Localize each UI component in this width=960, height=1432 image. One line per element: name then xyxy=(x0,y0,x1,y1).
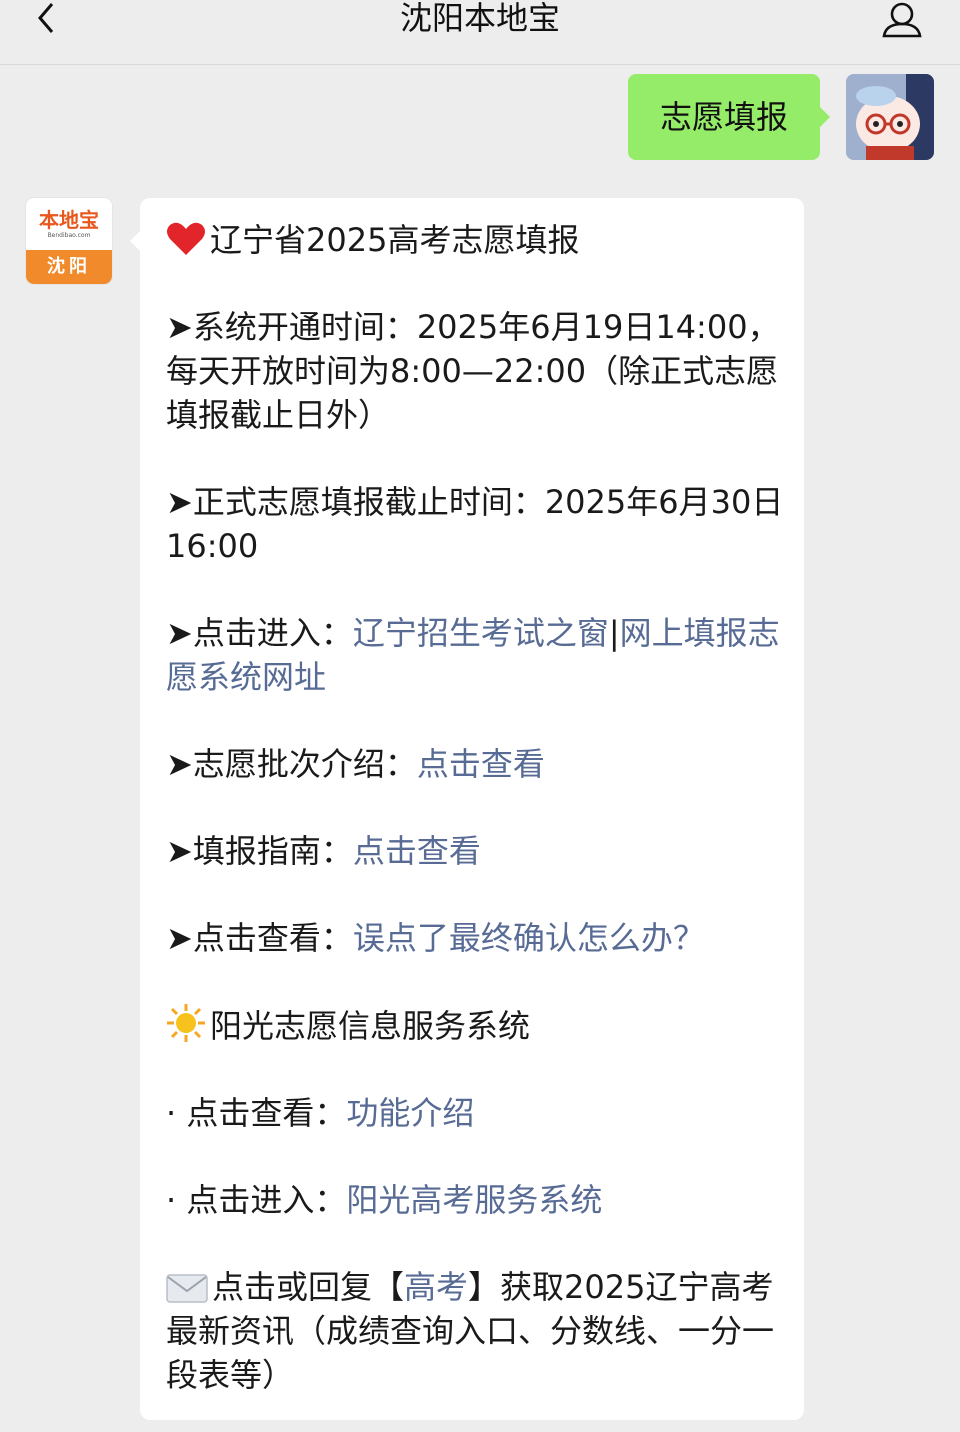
reply-message-bubble: 辽宁省2025高考志愿填报 ➤系统开通时间：2025年6月19日14:00，每天… xyxy=(130,198,804,1420)
confirm-label: ➤点击查看： xyxy=(166,919,353,957)
keyword-prefix: 点击或回复【 xyxy=(212,1268,405,1306)
feature-intro-paragraph: · 点击查看：功能介绍 xyxy=(166,1091,790,1135)
logo-text: 本地宝 xyxy=(39,208,99,232)
guide-link[interactable]: 点击查看 xyxy=(353,832,481,870)
reply-keyword-paragraph: 点击或回复【高考】获取2025辽宁高考最新资讯（成绩查询入口、分数线、一分一段表… xyxy=(166,1265,790,1397)
deadline-paragraph: ➤正式志愿填报截止时间：2025年6月30日16:00 xyxy=(166,483,784,565)
user-message-bubble[interactable]: 志愿填报 xyxy=(628,74,830,160)
sunshine-system-label: · 点击进入： xyxy=(166,1181,347,1219)
entry-label: ➤点击进入： xyxy=(166,614,353,652)
batch-intro-paragraph: ➤志愿批次介绍：点击查看 xyxy=(166,742,790,786)
gaokao-keyword-link[interactable]: 高考 xyxy=(404,1268,468,1306)
user-message-text: 志愿填报 xyxy=(659,98,788,136)
feature-intro-label: · 点击查看： xyxy=(166,1094,347,1132)
sunshine-system-link[interactable]: 阳光高考服务系统 xyxy=(346,1181,602,1219)
sunshine-heading-text: 阳光志愿信息服务系统 xyxy=(210,1007,531,1045)
entry-links-paragraph: ➤点击进入：辽宁招生考试之窗|网上填报志愿系统网址 xyxy=(166,611,790,699)
bubble-tail xyxy=(130,231,140,251)
sender-logo: 本地宝 Bendibao.com xyxy=(26,198,112,250)
reply-heading: 辽宁省2025高考志愿填报 xyxy=(166,218,790,262)
batch-intro-link[interactable]: 点击查看 xyxy=(417,745,545,783)
guide-label: ➤填报指南： xyxy=(166,832,353,870)
open-time-paragraph: ➤系统开通时间：2025年6月19日14:00，每天开放时间为8:00—22:0… xyxy=(166,308,780,434)
top-bar: 沈阳本地宝 xyxy=(0,0,960,65)
profile-icon xyxy=(882,2,922,38)
profile-button[interactable] xyxy=(880,0,924,40)
exam-window-link[interactable]: 辽宁招生考试之窗 xyxy=(353,614,609,652)
confirm-link[interactable]: 误点了最终确认怎么办？ xyxy=(353,919,705,957)
heading-text: 辽宁省2025高考志愿填报 xyxy=(210,221,580,259)
page-title: 沈阳本地宝 xyxy=(399,0,560,37)
feature-intro-link[interactable]: 功能介绍 xyxy=(346,1094,474,1132)
sunshine-heading: 阳光志愿信息服务系统 xyxy=(166,1003,790,1048)
batch-intro-label: ➤志愿批次介绍： xyxy=(166,745,417,783)
bubble-tail xyxy=(820,107,830,127)
plush-toy-avatar-image xyxy=(846,74,934,160)
sun-icon xyxy=(167,1004,205,1042)
link-separator: | xyxy=(608,614,620,652)
logo-city: 沈阳 xyxy=(26,250,112,284)
sunshine-system-paragraph: · 点击进入：阳光高考服务系统 xyxy=(166,1178,790,1222)
sender-avatar[interactable]: 本地宝 Bendibao.com 沈阳 xyxy=(26,198,112,284)
logo-subtext: Bendibao.com xyxy=(47,232,91,239)
reply-content: 辽宁省2025高考志愿填报 ➤系统开通时间：2025年6月19日14:00，每天… xyxy=(166,218,790,1397)
user-avatar[interactable] xyxy=(846,74,934,160)
heart-icon xyxy=(167,222,205,255)
confirm-paragraph: ➤点击查看：误点了最终确认怎么办？ xyxy=(166,916,790,960)
guide-paragraph: ➤填报指南：点击查看 xyxy=(166,829,790,873)
envelope-icon xyxy=(166,1274,208,1303)
